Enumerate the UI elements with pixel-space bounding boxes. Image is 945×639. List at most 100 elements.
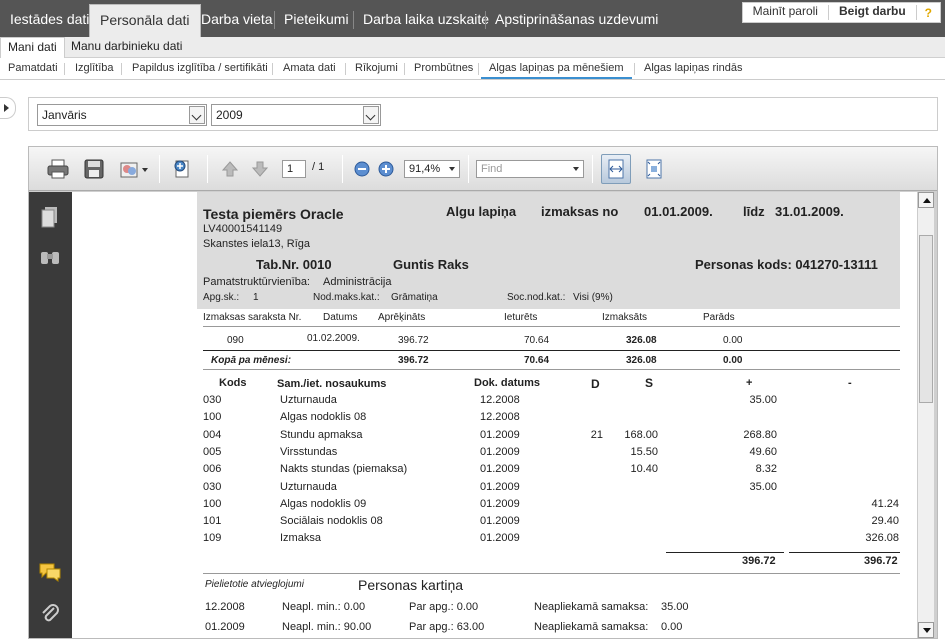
period-to-label: līdz [743, 204, 765, 219]
scroll-thumb[interactable] [919, 235, 933, 403]
unit-label: Pamatstruktūrvienība: [203, 276, 310, 288]
total-withheld: 70.64 [524, 355, 550, 366]
year-select[interactable]: 2009 [211, 104, 381, 126]
item-s: 15.50 [630, 445, 658, 458]
item-name: Stundu apmaksa [280, 428, 363, 441]
tab-prombutnes[interactable]: Prombūtnes [406, 58, 481, 79]
item-name: Nakts stundas (piemaksa) [280, 463, 408, 476]
tab-darba-vieta[interactable]: Darba vieta [191, 4, 283, 34]
pay-date: 01.02.2009. [307, 333, 360, 344]
relief-neapl-sum-label: Neapliekamā samaksa: [534, 601, 649, 613]
sum-minus: 396.72 [864, 555, 898, 567]
item-minus: 41.24 [871, 497, 899, 510]
arrow-up-icon[interactable] [217, 157, 243, 181]
arrow-down-icon[interactable] [247, 157, 273, 181]
tab-personala-dati[interactable]: Personāla dati [89, 4, 201, 37]
item-name: Virsstundas [280, 445, 338, 458]
tab-iestades-dati[interactable]: Iestādes dati [0, 4, 99, 34]
scroll-up-icon[interactable] [918, 192, 934, 208]
col-calculated: Aprēķināts [378, 312, 426, 323]
pdf-viewer: 1 / 1 91,4% Find Testa piemērs Oracle LV… [28, 146, 938, 639]
items-col-s: S [645, 376, 654, 390]
tab-izglitiba[interactable]: Izglītība [67, 58, 122, 79]
unit-value: Administrācija [323, 276, 392, 288]
apg-label: Apg.sk.: [203, 292, 240, 303]
item-code: 101 [203, 515, 222, 528]
fit-page-icon[interactable] [639, 157, 669, 181]
chevron-down-icon[interactable] [363, 106, 379, 124]
col-debt: Parāds [703, 312, 735, 323]
item-date: 01.2009 [480, 515, 520, 528]
tab-pieteikumi[interactable]: Pieteikumi [274, 4, 359, 34]
item-code: 005 [203, 445, 222, 458]
relief-label: Pielietotie atvieglojumi [205, 579, 304, 590]
scroll-down-icon[interactable] [918, 622, 934, 638]
print-icon[interactable] [45, 157, 71, 181]
pay-list-nr: 090 [227, 335, 244, 346]
month-select[interactable]: Janvāris [37, 104, 207, 126]
item-date: 01.2009 [480, 497, 520, 510]
change-password-link[interactable]: Mainīt paroli [743, 2, 828, 23]
item-name: Sociālais nodoklis 08 [280, 515, 383, 528]
tab-apstiprinasanas-uzdevumi[interactable]: Apstiprināšanas uzdevumi [485, 4, 668, 34]
save-icon[interactable] [81, 157, 107, 181]
share-icon[interactable] [117, 157, 151, 181]
tab-rikojumi[interactable]: Rīkojumi [347, 58, 406, 79]
page-setup-icon[interactable] [169, 157, 195, 181]
tab-algas-lapinas-pa-menesiem[interactable]: Algas lapiņas pa mēnešiem [481, 58, 632, 79]
zoom-out-icon[interactable] [353, 157, 371, 181]
items-col-code: Kods [219, 377, 247, 389]
soc-label: Soc.nod.kat.: [507, 292, 566, 303]
logout-link[interactable]: Beigt darbu [829, 2, 916, 23]
pay-withheld: 70.64 [524, 335, 550, 346]
item-name: Uzturnauda [280, 480, 337, 493]
tab-amata-dati[interactable]: Amata dati [275, 58, 344, 79]
relief-month: 12.2008 [205, 601, 245, 613]
page-total: / 1 [312, 161, 325, 173]
relief-neapl-sum-label: Neapliekamā samaksa: [534, 621, 649, 633]
item-minus: 326.08 [865, 532, 899, 545]
user-actions: Mainīt paroli Beigt darbu ? [741, 2, 941, 23]
items-col-date: Dok. datums [474, 377, 541, 389]
help-icon[interactable]: ? [917, 6, 940, 20]
items-col-d: D [591, 377, 600, 391]
year-select-value: 2009 [216, 108, 243, 122]
vertical-scrollbar[interactable] [917, 192, 934, 638]
tab-algas-lapinas-rindas[interactable]: Algas lapiņas rindās [636, 58, 750, 79]
chevron-down-icon[interactable] [189, 106, 205, 124]
total-paid: 326.08 [626, 355, 657, 366]
find-input[interactable]: Find [476, 160, 584, 178]
total-label: Kopā pa mēnesi: [211, 355, 292, 366]
subnav-manu-darbinieku-dati[interactable]: Manu darbinieku dati [64, 37, 189, 57]
pay-calculated: 396.72 [398, 335, 429, 346]
binoculars-icon[interactable] [39, 248, 61, 270]
col-date: Datums [323, 312, 358, 323]
pdf-page: Testa piemērs Oracle LV40001541149 Skans… [72, 192, 917, 638]
items-col-name: Sam./iet. nosaukums [277, 378, 387, 390]
dropdown-arrow-icon[interactable] [449, 167, 455, 171]
item-plus: 8.32 [755, 463, 777, 476]
comments-icon[interactable] [39, 562, 61, 584]
item-name: Uzturnauda [280, 394, 337, 406]
zoom-in-icon[interactable] [377, 157, 395, 181]
page-number-input[interactable]: 1 [282, 160, 306, 178]
personal-code: Personas kods: 041270-13111 [695, 257, 878, 272]
tab-darba-laika-uzskaite[interactable]: Darba laika uzskaite [353, 4, 499, 34]
relief-month: 01.2009 [205, 621, 245, 633]
item-plus: 49.60 [749, 445, 777, 458]
attachment-icon[interactable] [39, 602, 61, 624]
item-code: 100 [203, 497, 222, 510]
card-title: Personas kartiņa [358, 577, 464, 593]
dropdown-arrow-icon[interactable] [573, 167, 579, 171]
zoom-select[interactable]: 91,4% [404, 160, 460, 178]
item-date: 12.2008 [480, 411, 520, 424]
tab-number: Tab.Nr. 0010 [256, 257, 332, 272]
sub-navigation: Mani dati Manu darbinieku dati [0, 37, 945, 58]
subnav-mani-dati[interactable]: Mani dati [0, 37, 65, 58]
tab-papildus-izglitiba[interactable]: Papildus izglītība / sertifikāti [124, 58, 276, 79]
item-code: 030 [203, 480, 222, 493]
expand-panel-button[interactable] [0, 97, 16, 119]
tab-pamatdati[interactable]: Pamatdati [0, 58, 66, 79]
pages-icon[interactable] [39, 206, 61, 228]
fit-width-icon[interactable] [601, 154, 631, 184]
